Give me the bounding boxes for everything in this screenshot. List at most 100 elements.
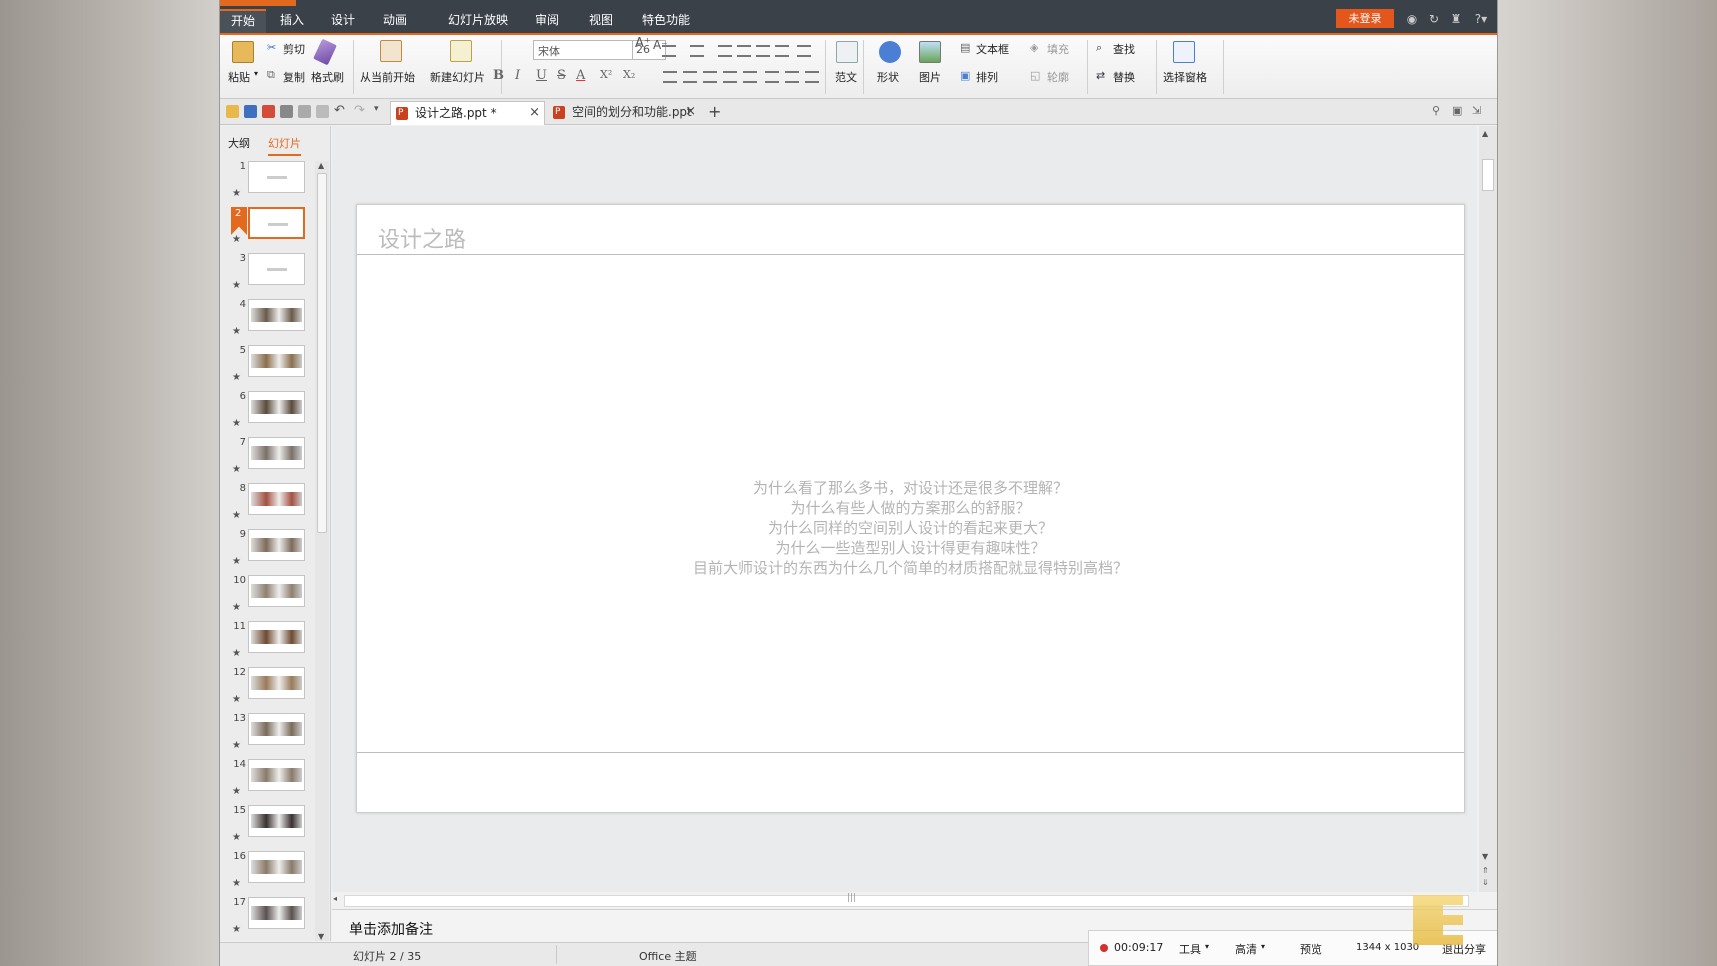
scroll-down-icon[interactable]: ▼ (1482, 852, 1488, 861)
slide-thumbnail[interactable]: 2 ★ (220, 207, 316, 254)
slide-thumbnail[interactable]: 17 ★ (220, 897, 316, 941)
scrollbar-thumb[interactable] (317, 173, 327, 533)
slide-thumbnail-image[interactable] (248, 161, 305, 193)
undo-icon[interactable]: ↶ (334, 103, 345, 118)
redo-icon[interactable]: ↷ (354, 103, 365, 118)
slide-thumbnail[interactable]: 5 ★ (220, 345, 316, 392)
font-color-button[interactable]: A (576, 68, 585, 83)
slide-thumbnail-image[interactable] (248, 253, 305, 285)
strike-button[interactable]: S (557, 68, 566, 83)
scrollbar-grip[interactable]: ||| (847, 893, 856, 903)
app-menu-button[interactable] (220, 0, 296, 6)
copy-button[interactable]: 复制 (283, 69, 305, 85)
menu-tab-review[interactable]: 审阅 (535, 11, 559, 28)
grow-font-icon[interactable]: A⁺ (635, 36, 651, 51)
scroll-down-icon[interactable]: ▼ (318, 932, 324, 941)
slide-thumbnail[interactable]: 1 ★ (220, 161, 316, 208)
textbox-button[interactable]: 文本框 (976, 41, 1009, 57)
shirt-skin-icon[interactable]: ♜ (1449, 12, 1463, 26)
login-button[interactable]: 未登录 (1336, 9, 1394, 28)
slide-thumbnail-image[interactable] (248, 897, 305, 929)
slide-thumbnail-image[interactable] (248, 391, 305, 423)
superscript-button[interactable]: X² (600, 68, 612, 81)
paragraph-spacing-icon[interactable] (785, 71, 799, 83)
close-tab-icon[interactable]: × (685, 101, 696, 123)
distribute-icon[interactable] (743, 71, 757, 83)
slide-thumbnail-image[interactable] (248, 575, 305, 607)
outline-tab[interactable]: 大纲 (228, 135, 250, 151)
bold-button[interactable]: B (493, 68, 504, 83)
slide-thumbnail-image[interactable] (248, 851, 305, 883)
slide-thumbnail[interactable]: 4 ★ (220, 299, 316, 346)
menu-tab-slideshow[interactable]: 幻灯片放映 (448, 11, 508, 28)
slide-thumbnail-image[interactable] (248, 345, 305, 377)
slide-thumbnail[interactable]: 9 ★ (220, 529, 316, 576)
scroll-left-icon[interactable]: ◂ (333, 894, 337, 903)
text-align-icon[interactable] (775, 45, 789, 57)
slide-thumbnail[interactable]: 7 ★ (220, 437, 316, 484)
format-painter-button[interactable]: 格式刷 (311, 69, 344, 85)
slide-thumbnail[interactable]: 15 ★ (220, 805, 316, 852)
body-text-block[interactable]: 为什么看了那么多书，对设计还是很多不理解？ 为什么有些人做的方案那么的舒服？ 为… (357, 478, 1464, 578)
new-tab-button[interactable]: + (708, 102, 721, 121)
align-right-icon[interactable] (703, 71, 717, 83)
paragraph-icon[interactable] (805, 71, 819, 83)
help-icon[interactable]: ?▾ (1471, 12, 1491, 26)
outline-button[interactable]: 轮廓 (1047, 69, 1069, 85)
menu-tab-animation[interactable]: 动画 (383, 11, 407, 28)
align-center-icon[interactable] (683, 71, 697, 83)
pin-icon[interactable]: ⚲ (1432, 104, 1440, 117)
underline-button[interactable]: U (536, 68, 547, 83)
title-placeholder[interactable]: 设计之路 (357, 205, 1464, 255)
numbering-icon[interactable] (690, 45, 704, 57)
slide-thumbnail[interactable]: 10 ★ (220, 575, 316, 622)
open-folder-icon[interactable] (226, 105, 239, 118)
slide-thumbnail[interactable]: 3 ★ (220, 253, 316, 300)
slide-thumbnail[interactable]: 6 ★ (220, 391, 316, 438)
subscript-button[interactable]: X₂ (623, 68, 635, 81)
slide-thumbnail-image[interactable] (248, 437, 305, 469)
tools-menu[interactable]: 工具 (1179, 941, 1201, 957)
justify-icon[interactable] (723, 71, 737, 83)
scroll-up-icon[interactable]: ▲ (318, 161, 324, 170)
preview-button[interactable]: 预览 (1300, 941, 1322, 957)
slide-thumbnail-image[interactable] (248, 805, 305, 837)
selection-pane-icon[interactable] (1173, 41, 1195, 63)
paste-label[interactable]: 粘贴 (228, 69, 250, 85)
new-slide-icon[interactable] (450, 40, 472, 62)
save-icon[interactable] (244, 105, 257, 118)
play-from-current-icon[interactable] (380, 40, 402, 62)
font-name-combobox[interactable]: 宋体 (533, 40, 633, 60)
previous-slide-icon[interactable]: ⇑ (1482, 866, 1489, 875)
quality-menu[interactable]: 高清 (1235, 941, 1257, 957)
bullets-icon[interactable] (662, 45, 676, 57)
collapse-ribbon-icon[interactable]: ⇲ (1472, 104, 1481, 117)
increase-indent-icon[interactable] (737, 45, 751, 57)
align-left-icon[interactable] (663, 71, 677, 83)
slide-thumbnail-image[interactable] (248, 759, 305, 791)
slide-thumbnail[interactable]: 8 ★ (220, 483, 316, 530)
shape-button[interactable]: 形状 (877, 69, 899, 85)
export-pdf-icon[interactable] (262, 105, 275, 118)
refresh-icon[interactable]: ↻ (1427, 12, 1441, 26)
menu-tab-view[interactable]: 视图 (589, 11, 613, 28)
slide-thumbnail-image[interactable] (248, 667, 305, 699)
slide-thumbnail-image[interactable] (248, 621, 305, 653)
slide-thumbnail-image[interactable] (248, 529, 305, 561)
menu-tab-insert[interactable]: 插入 (280, 11, 304, 28)
decrease-indent-icon[interactable] (718, 45, 732, 57)
thumbnail-scrollbar[interactable]: ▲ ▼ (315, 161, 329, 941)
template-button[interactable]: 范文 (835, 69, 857, 85)
canvas-vertical-scrollbar[interactable]: ▲ ▼ ⇑ ⇓ (1479, 126, 1497, 892)
slide-thumbnail-image[interactable] (248, 207, 305, 239)
restore-icon[interactable]: ▣ (1452, 104, 1462, 117)
find-button[interactable]: 查找 (1113, 41, 1135, 57)
close-tab-icon[interactable]: × (529, 102, 540, 124)
menu-tab-design[interactable]: 设计 (331, 11, 355, 28)
arrange-button[interactable]: 排列 (976, 69, 998, 85)
slide-editor[interactable]: 设计之路 为什么看了那么多书，对设计还是很多不理解？ 为什么有些人做的方案那么的… (356, 204, 1465, 813)
slide-thumbnail[interactable]: 11 ★ (220, 621, 316, 668)
selection-pane-button[interactable]: 选择窗格 (1163, 69, 1207, 85)
fill-button[interactable]: 填充 (1047, 41, 1069, 57)
format-painter-icon[interactable] (313, 38, 337, 66)
